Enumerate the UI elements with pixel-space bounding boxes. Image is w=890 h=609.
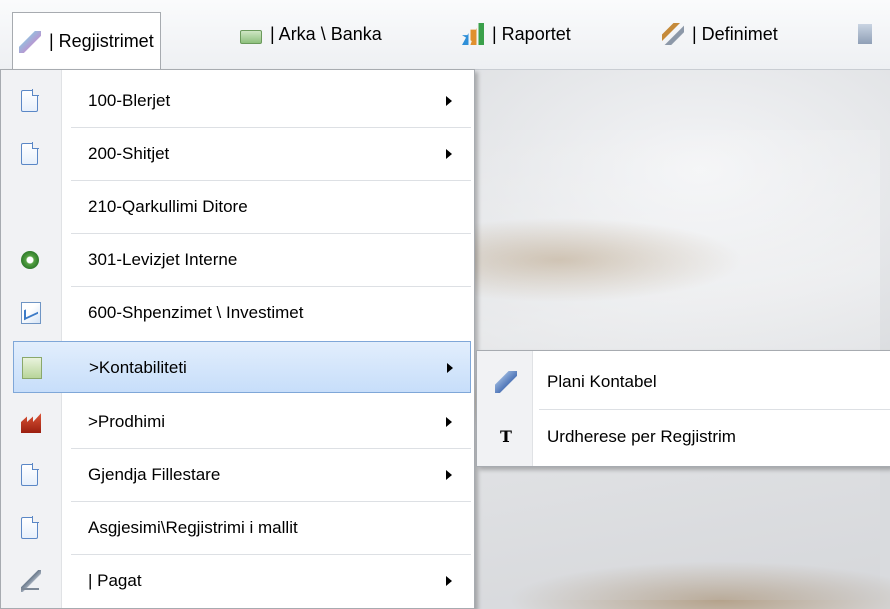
submenu-arrow-icon (446, 96, 452, 106)
menu-item-shpenzimet-investimet[interactable]: 600-Shpenzimet \ Investimet (1, 287, 474, 339)
menubar-item-label: | Arka \ Banka (270, 23, 382, 44)
menu-item-levizjet-interne[interactable]: 301-Levizjet Interne (1, 234, 474, 286)
menu-item-qarkullimi-ditore[interactable]: 210-Qarkullimi Ditore (1, 181, 474, 233)
pencil-icon (19, 30, 41, 53)
document-icon (21, 463, 39, 486)
factory-icon (21, 413, 41, 433)
submenu-arrow-icon (446, 576, 452, 586)
menubar: | Regjistrimet | Arka \ Banka | Raportet… (0, 0, 890, 70)
submenu-arrow-icon (446, 470, 452, 480)
menubar-item-label: | Regjistrimet (49, 31, 154, 51)
pencil-icon (495, 371, 517, 393)
menu-item-label: 100-Blerjet (88, 91, 171, 110)
text-t-icon: T (500, 427, 512, 446)
chart-document-icon (21, 302, 41, 324)
submenu-arrow-icon (446, 149, 452, 159)
menu-item-kontabiliteti[interactable]: >Kontabiliteti (13, 341, 471, 393)
menubar-item-more[interactable] (852, 12, 886, 56)
recycle-icon (21, 251, 39, 269)
menu-item-label: Plani Kontabel (547, 372, 657, 391)
menu-item-label: 200-Shitjet (88, 144, 170, 163)
menubar-item-definimet[interactable]: | Definimet (656, 12, 784, 56)
menu-item-label: 210-Qarkullimi Ditore (88, 197, 248, 216)
ledger-icon (22, 357, 42, 379)
menubar-item-raportet[interactable]: | Raportet (456, 12, 577, 56)
menubar-item-regjistrimet[interactable]: | Regjistrimet (12, 12, 161, 70)
menu-item-label: Asgjesimi\Regjistrimi i mallit (88, 518, 298, 537)
cash-register-icon (240, 30, 262, 44)
menu-item-asgjesimi[interactable]: Asgjesimi\Regjistrimi i mallit (1, 502, 474, 554)
submenu-item-plani-kontabel[interactable]: Plani Kontabel (477, 355, 890, 409)
document-icon (21, 516, 39, 539)
menu-item-blerjet[interactable]: 100-Blerjet (1, 75, 474, 127)
menu-item-label: 301-Levizjet Interne (88, 250, 238, 269)
document-icon (21, 89, 39, 112)
menubar-item-label: | Raportet (492, 23, 571, 44)
menu-item-label: Gjendja Fillestare (88, 465, 221, 484)
menubar-item-arka-banka[interactable]: | Arka \ Banka (234, 12, 388, 56)
menu-item-label: >Prodhimi (88, 412, 166, 431)
pen-icon (21, 570, 41, 592)
monitor-icon (858, 24, 872, 44)
submenu-item-urdherese[interactable]: T Urdherese per Regjistrim (477, 410, 890, 464)
menu-item-label: Urdherese per Regjistrim (547, 427, 736, 446)
menu-item-gjendja-fillestare[interactable]: Gjendja Fillestare (1, 449, 474, 501)
menu-item-label: >Kontabiliteti (89, 358, 187, 377)
bar-chart-icon (462, 23, 484, 45)
tools-icon (662, 23, 684, 45)
document-icon (21, 142, 39, 165)
dropdown-menu-regjistrimet: 100-Blerjet 200-Shitjet 210-Qarkullimi D… (0, 69, 475, 609)
menu-item-prodhimi[interactable]: >Prodhimi (1, 396, 474, 448)
submenu-arrow-icon (446, 417, 452, 427)
menu-item-shitjet[interactable]: 200-Shitjet (1, 128, 474, 180)
submenu-kontabiliteti: Plani Kontabel T Urdherese per Regjistri… (476, 350, 890, 467)
menubar-item-label: | Definimet (692, 23, 778, 44)
menu-item-label: | Pagat (88, 571, 142, 590)
menu-item-pagat[interactable]: | Pagat (1, 555, 474, 607)
submenu-arrow-icon (447, 363, 453, 373)
menu-item-label: 600-Shpenzimet \ Investimet (88, 303, 304, 322)
